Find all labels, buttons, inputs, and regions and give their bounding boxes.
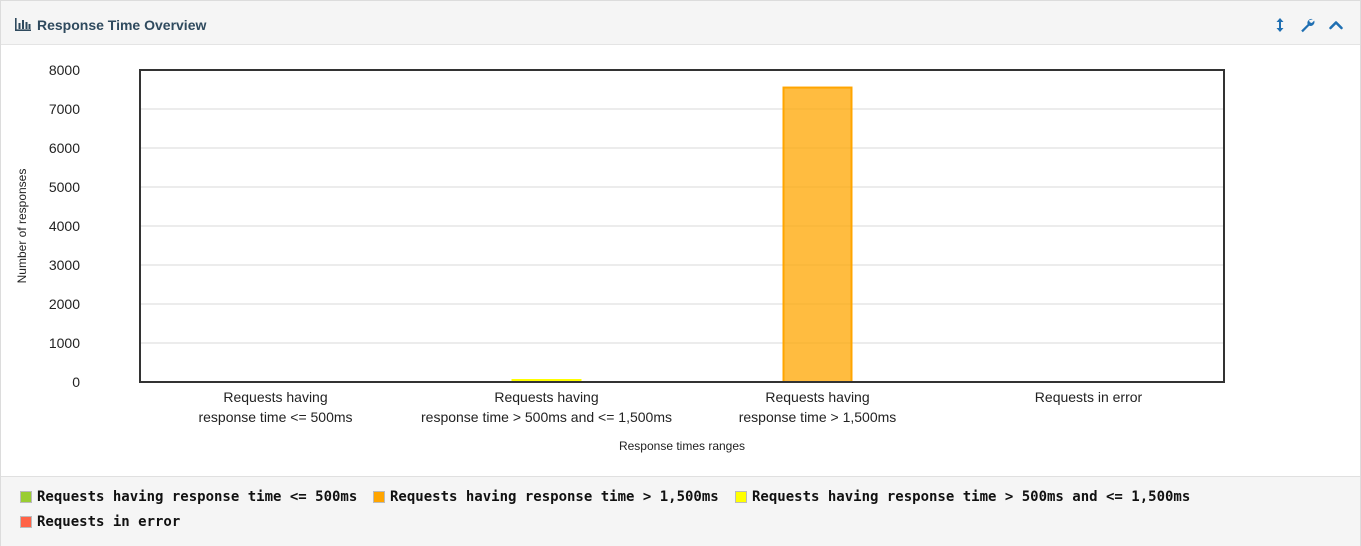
legend-swatch	[735, 491, 747, 503]
y-tick-label: 5000	[49, 179, 80, 195]
bar-chart: 0 1000 2000 3000 4000 5000 6000 7000 8000 Request…	[15, 62, 1225, 453]
y-tick-label: 3000	[49, 257, 80, 273]
x-tick-label: response time > 500ms and <= 1,500ms	[421, 409, 672, 425]
legend-item-medium[interactable]: Requests having response time > 500ms an…	[735, 489, 1190, 505]
chart-area: 0 1000 2000 3000 4000 5000 6000 7000 8000 Request…	[1, 46, 1360, 476]
response-time-panel: Response Time Overview 0 1000 2000 3000 4000…	[0, 0, 1361, 546]
vertical-arrows-icon[interactable]	[1272, 17, 1288, 33]
y-axis-title: Number of responses	[15, 169, 29, 284]
legend-label: Requests having response time <= 500ms	[37, 489, 358, 505]
y-tick-label: 2000	[49, 296, 80, 312]
legend-swatch	[20, 491, 32, 503]
wrench-icon[interactable]	[1299, 17, 1315, 33]
x-tick-label: response time <= 500ms	[198, 409, 352, 425]
x-axis-title: Response times ranges	[619, 439, 745, 453]
x-tick-label: Requests having	[765, 389, 869, 405]
x-tick-label: Requests in error	[1035, 389, 1143, 405]
y-tick-label: 6000	[49, 140, 80, 156]
chart-legend: Requests having response time <= 500ms R…	[1, 476, 1360, 546]
bar-chart-icon	[15, 18, 31, 31]
y-tick-label: 1000	[49, 335, 80, 351]
legend-item-slow[interactable]: Requests having response time > 1,500ms	[373, 489, 719, 505]
legend-label: Requests in error	[37, 514, 181, 530]
legend-item-fast[interactable]: Requests having response time <= 500ms	[20, 489, 357, 505]
legend-swatch	[373, 491, 385, 503]
legend-label: Requests having response time > 500ms an…	[752, 489, 1191, 505]
y-tick-label: 0	[72, 374, 80, 390]
panel-title: Response Time Overview	[37, 17, 207, 33]
panel-header: Response Time Overview	[1, 1, 1360, 45]
x-tick-label: Requests having	[494, 389, 598, 405]
legend-label: Requests having response time > 1,500ms	[390, 489, 719, 505]
bar	[782, 86, 853, 384]
y-tick-label: 4000	[49, 218, 80, 234]
chevron-up-icon[interactable]	[1328, 17, 1344, 33]
y-tick-label: 7000	[49, 101, 80, 117]
legend-swatch	[20, 516, 32, 528]
y-tick-label: 8000	[49, 62, 80, 78]
x-tick-label: Requests having	[223, 389, 327, 405]
x-tick-label: response time > 1,500ms	[739, 409, 897, 425]
legend-item-error[interactable]: Requests in error	[20, 514, 180, 530]
